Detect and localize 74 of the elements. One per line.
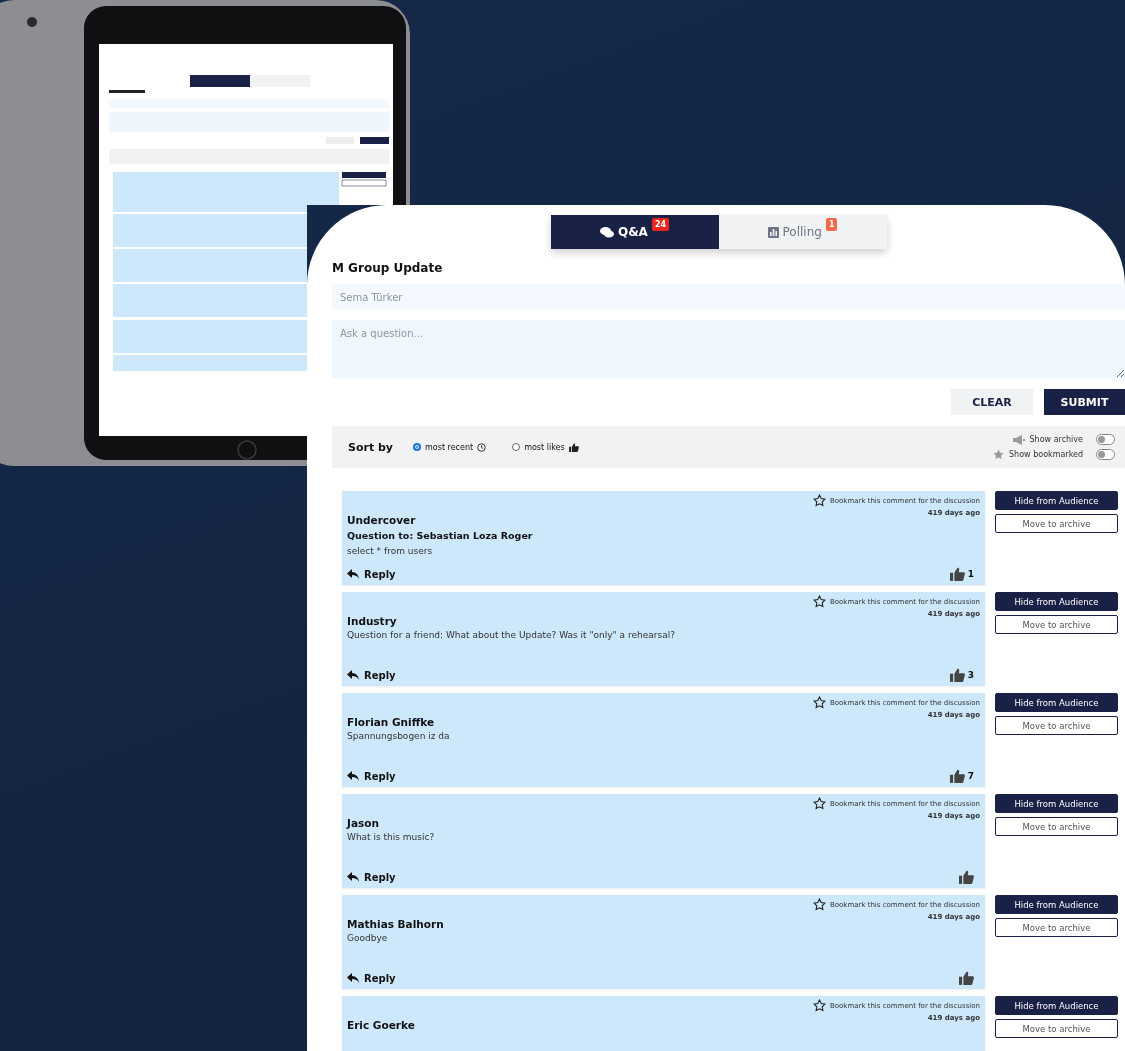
archive-button[interactable]: Move to archive — [995, 918, 1118, 937]
bar-chart-icon — [767, 226, 779, 238]
count-badge: 1 — [825, 218, 838, 231]
comment-text: Goodbye — [347, 933, 389, 943]
reply-link[interactable]: Reply — [347, 568, 396, 580]
toggle-label: Show archive — [1029, 435, 1083, 444]
sort-label: Sort by — [348, 440, 394, 454]
sort-option-label: most likes — [524, 442, 565, 452]
clear-button[interactable]: CLEAR — [951, 389, 1033, 415]
reply-arrow-icon — [347, 771, 359, 781]
comment-author: Mathias Balhorn — [347, 918, 444, 930]
comment-author: Jason — [347, 817, 379, 829]
comment-text: Question for a friend: What about the Update? Was it "only" a rehearsal? — [347, 630, 676, 640]
comment-author: Eric Goerke — [347, 1019, 415, 1031]
comment-text: select * from users — [347, 546, 434, 556]
thumbs-up-icon[interactable] — [949, 769, 965, 783]
star-outline-icon[interactable] — [813, 797, 826, 810]
reply-arrow-icon — [347, 973, 359, 983]
thumbs-up-icon[interactable] — [949, 567, 965, 581]
hide-button[interactable]: Hide from Audience — [995, 996, 1118, 1015]
star-outline-icon[interactable] — [813, 898, 826, 911]
comment-author: Industry — [347, 615, 397, 627]
comment-author: Florian Gniffke — [347, 716, 434, 728]
like-count: 7 — [967, 771, 974, 781]
chat-icon — [599, 226, 614, 238]
reply-link[interactable]: Reply — [347, 871, 396, 883]
archive-button[interactable]: Move to archive — [995, 1019, 1118, 1038]
comment-text: What is this music? — [347, 832, 436, 842]
reply-arrow-icon — [347, 569, 359, 579]
submit-button[interactable]: SUBMIT — [1044, 389, 1125, 415]
hide-button[interactable]: Hide from Audience — [995, 895, 1118, 914]
tab-label: Polling — [782, 226, 822, 238]
toggle-switch[interactable] — [1096, 449, 1115, 460]
radio-button[interactable] — [512, 443, 521, 451]
hide-button[interactable]: Hide from Audience — [995, 491, 1118, 510]
megaphone-icon — [1012, 434, 1025, 445]
tab-label: Q&A — [617, 226, 648, 238]
star-outline-icon[interactable] — [813, 494, 826, 507]
like-count: 3 — [967, 670, 974, 680]
comment-text: Spannungsbogen iz da — [347, 731, 451, 741]
toggle-switch[interactable] — [1096, 434, 1115, 445]
hide-button[interactable]: Hide from Audience — [995, 693, 1118, 712]
star-outline-icon[interactable] — [813, 595, 826, 608]
archive-button[interactable]: Move to archive — [995, 514, 1118, 533]
thumbs-up-icon[interactable] — [949, 668, 965, 682]
hide-button[interactable]: Hide from Audience — [995, 794, 1118, 813]
question-recipient: Question to: Sebastian Loza Roger — [347, 530, 534, 541]
like-count: 1 — [967, 569, 974, 579]
radio-button[interactable] — [413, 443, 422, 451]
reply-link[interactable]: Reply — [347, 972, 396, 984]
archive-button[interactable]: Move to archive — [995, 615, 1118, 634]
reply-arrow-icon — [347, 670, 359, 680]
clock-icon — [477, 442, 487, 452]
page-title: M Group Update — [332, 261, 444, 275]
archive-button[interactable]: Move to archive — [995, 817, 1118, 836]
archive-button[interactable]: Move to archive — [995, 716, 1118, 735]
thumbs-up-icon[interactable] — [959, 971, 974, 985]
star-outline-icon[interactable] — [813, 696, 826, 709]
sort-option-label: most recent — [425, 442, 474, 452]
thumbs-up-icon[interactable] — [959, 870, 974, 884]
hide-button[interactable]: Hide from Audience — [995, 592, 1118, 611]
reply-link[interactable]: Reply — [347, 669, 396, 681]
tab[interactable]: Q&A 24 — [550, 215, 719, 249]
question-field[interactable]: Ask a question... — [332, 320, 1125, 378]
comment-author: Undercover — [347, 514, 416, 526]
reply-link[interactable]: Reply — [347, 770, 396, 782]
thumbs-up-icon — [568, 442, 579, 452]
count-badge: 24 — [651, 218, 670, 231]
toggle-label: Show bookmarked — [1009, 450, 1083, 459]
star-icon — [993, 449, 1005, 460]
tab[interactable]: Polling 1 — [718, 215, 887, 249]
star-outline-icon[interactable] — [813, 999, 826, 1012]
reply-arrow-icon — [347, 872, 359, 882]
name-field[interactable]: Sema Türker — [332, 284, 1125, 310]
